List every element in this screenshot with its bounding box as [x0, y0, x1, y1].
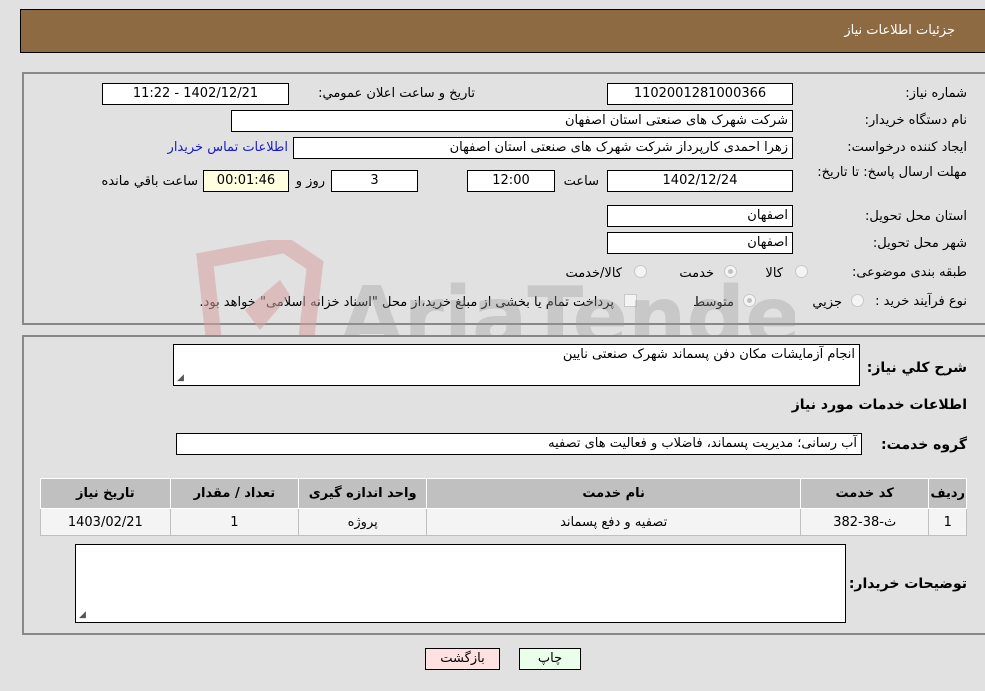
days-label: روز و [295, 174, 325, 189]
deadline-time-field: 12:00 [467, 170, 555, 192]
col-row-number: رديف [928, 478, 967, 509]
buyer-org-field: شرکت شهرک های صنعتی استان اصفهان [231, 110, 793, 132]
treasury-bonds-label: پرداخت تمام يا بخشی از مبلغ خريد،از محل … [199, 295, 614, 310]
resize-grip-icon[interactable]: ◢ [79, 610, 86, 620]
delivery-city-field: اصفهان [607, 232, 793, 254]
category-option-goods-service: کالا/خدمت [565, 266, 622, 281]
time-remaining-label: ساعت باقي مانده [101, 174, 198, 189]
purchase-option-minor: جزيي [812, 295, 842, 310]
col-service-code: کد خدمت [799, 478, 930, 509]
print-button[interactable]: چاپ [519, 648, 581, 670]
category-radio-goods-service[interactable] [634, 265, 647, 278]
cell-unit: پروژه [298, 508, 428, 536]
cell-service-code: ث-38-382 [799, 508, 930, 536]
requester-field: زهرا احمدی کارپرداز شرکت شهرک های صنعتی … [293, 137, 793, 159]
delivery-province-label: استان محل تحويل: [865, 209, 967, 224]
category-radio-goods[interactable] [795, 265, 808, 278]
days-remaining-field: 3 [331, 170, 418, 192]
buyer-contact-link[interactable]: اطلاعات تماس خريدار [168, 140, 288, 155]
page-header: جزئیات اطلاعات نیاز [20, 9, 985, 53]
back-button[interactable]: بازگشت [425, 648, 500, 670]
resize-grip-icon[interactable]: ◢ [177, 373, 184, 383]
table-row: 1 ث-38-382 تصفيه و دفع پسماند پروژه 1 14… [40, 508, 967, 536]
deadline-date-field: 1402/12/24 [607, 170, 793, 192]
cell-need-date: 1403/02/21 [40, 508, 171, 536]
buyer-notes-textarea[interactable]: ◢ [75, 544, 846, 623]
cell-row-number: 1 [928, 508, 967, 536]
need-number-field: 1102001281000366 [607, 83, 793, 105]
category-label: طبقه بندی موضوعی: [851, 265, 967, 280]
deadline-label: مهلت ارسال پاسخ: تا تاريخ: [817, 165, 967, 180]
time-remaining-field: 00:01:46 [203, 170, 289, 192]
service-group-label: گروه خدمت: [881, 437, 967, 453]
col-unit: واحد اندازه گيری [298, 478, 428, 509]
delivery-city-label: شهر محل تحويل: [872, 236, 967, 251]
col-service-name: نام خدمت [426, 478, 801, 509]
page-title: جزئیات اطلاعات نیاز [844, 23, 955, 38]
col-need-date: تاريخ نياز [40, 478, 171, 509]
announce-datetime-field: 1402/12/21 - 11:22 [102, 83, 289, 105]
purchase-type-label: نوع فرآيند خريد : [875, 294, 967, 309]
buyer-org-label: نام دستگاه خريدار: [864, 113, 967, 128]
deadline-time-label: ساعت [563, 174, 599, 189]
table-header-row: رديف کد خدمت نام خدمت واحد اندازه گيری ت… [40, 478, 967, 509]
delivery-province-field: اصفهان [607, 205, 793, 227]
purchase-option-medium: متوسط [693, 295, 734, 310]
treasury-bonds-checkbox[interactable] [624, 294, 637, 307]
category-option-service: خدمت [679, 266, 714, 281]
description-text: انجام آزمایشات مکان دفن پسماند شهرک صنعت… [562, 347, 855, 362]
services-table: رديف کد خدمت نام خدمت واحد اندازه گيری ت… [40, 478, 967, 536]
service-group-field: آب رسانی؛ مدیریت پسماند، فاضلاب و فعالیت… [176, 433, 862, 455]
description-label: شرح کلي نياز: [866, 360, 967, 376]
purchase-radio-minor[interactable] [851, 294, 864, 307]
requester-label: ايجاد کننده درخواست: [847, 140, 967, 155]
buyer-notes-label: توضيحات خريدار: [848, 576, 967, 592]
category-radio-service[interactable] [724, 265, 737, 278]
category-option-goods: کالا [765, 266, 783, 281]
cell-service-name: تصفيه و دفع پسماند [426, 508, 801, 536]
cell-quantity: 1 [169, 508, 300, 536]
purchase-radio-medium[interactable] [743, 294, 756, 307]
need-number-label: شماره نیاز: [905, 86, 967, 101]
services-heading: اطلاعات خدمات مورد نياز [791, 397, 967, 413]
description-textarea[interactable]: انجام آزمایشات مکان دفن پسماند شهرک صنعت… [173, 344, 860, 386]
announce-datetime-label: تاریخ و ساعت اعلان عمومي: [318, 86, 475, 101]
col-quantity: تعداد / مقدار [169, 478, 300, 509]
